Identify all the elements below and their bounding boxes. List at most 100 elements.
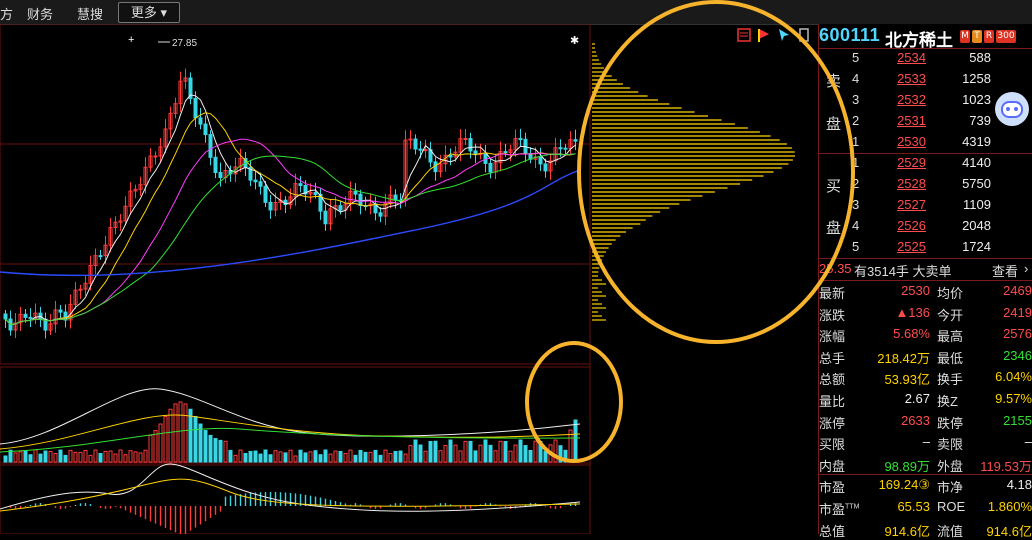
- candle-body: [418, 148, 423, 151]
- tag-t[interactable]: T: [972, 30, 982, 43]
- candle-body: [488, 162, 493, 173]
- volume-bar: [488, 444, 493, 463]
- volume-bars: [0, 388, 581, 463]
- buy-level-3[interactable]: 3 2527 1109: [819, 195, 1032, 216]
- stat-value: 2530: [901, 283, 930, 298]
- volume-bar: [118, 449, 123, 463]
- buy-level-2[interactable]: 2 2528 5750: [819, 174, 1032, 195]
- stat-label: 流值: [937, 523, 964, 539]
- sell-level-2[interactable]: 2 2531 739: [819, 111, 1032, 132]
- candle-body: [253, 179, 258, 183]
- high-price-label: 27.85: [172, 38, 197, 49]
- volume-bar: [53, 452, 58, 463]
- candle-body: [23, 313, 28, 318]
- candle-body: [298, 183, 303, 187]
- candle-body: [258, 181, 263, 187]
- buy-level-1[interactable]: 1 2529 4140: [819, 153, 1032, 174]
- candle-body: [208, 134, 213, 158]
- volume-bar: [93, 449, 98, 463]
- stat-label: 换手: [937, 372, 964, 388]
- volume-bar: [48, 450, 53, 463]
- ma-line-long: [0, 169, 581, 277]
- volume-bar: [228, 449, 233, 463]
- sell-level-5[interactable]: 5 2534 588: [819, 48, 1032, 69]
- stat-value: 1.860%: [987, 499, 1032, 514]
- more-label: 更多: [130, 5, 157, 20]
- stat-label: 均价: [937, 286, 964, 301]
- more-dropdown[interactable]: 更多 ▾: [118, 2, 180, 23]
- volume-bar: [218, 439, 223, 463]
- volume-bar: [513, 444, 518, 463]
- volume-bar: [348, 449, 353, 463]
- volume-bar: [323, 449, 328, 463]
- volume-bar: [238, 449, 243, 463]
- volume-bar: [563, 449, 568, 463]
- candle-body: [448, 154, 453, 158]
- volume-bar: [293, 455, 298, 463]
- volume-bar: [283, 452, 288, 463]
- stat-label: 市盈TTM: [819, 502, 860, 517]
- volume-bar: [553, 439, 558, 463]
- ma-line: [5, 153, 576, 326]
- candle-body: [338, 205, 343, 211]
- top-menu-bar: 方 财务 慧搜 更多 ▾: [0, 0, 1032, 25]
- stat-value: 2.67: [904, 391, 930, 406]
- volume-bar: [338, 450, 343, 463]
- volume-bar: [38, 453, 43, 463]
- volume-bar: [163, 415, 168, 463]
- buy-level-4[interactable]: 4 2526 2048: [819, 216, 1032, 237]
- stat-row: 总手 218.42万 最低 2346: [819, 346, 1032, 367]
- volume-bar: [83, 449, 88, 463]
- tag-300[interactable]: 300: [996, 30, 1016, 43]
- stat-label: 外盘: [937, 458, 964, 474]
- volume-bar: [428, 441, 433, 463]
- buy-level-5[interactable]: 5 2525 1724: [819, 237, 1032, 258]
- volume-bar: [148, 434, 153, 463]
- stat-value: 914.6亿: [986, 523, 1032, 539]
- volume-bar: [213, 438, 218, 463]
- volume-bar: [463, 440, 468, 463]
- volume-bar: [358, 449, 363, 463]
- volume-ma: [0, 388, 581, 445]
- volume-bar: [43, 450, 48, 463]
- chevron-right-icon: ›: [1024, 261, 1029, 276]
- tag-m[interactable]: M: [960, 30, 970, 43]
- stat-row: 涨停 2633 跌停 2155: [819, 411, 1032, 432]
- volume-bar: [503, 440, 508, 463]
- sell-level-4[interactable]: 4 2533 1258: [819, 69, 1032, 90]
- candle-body: [558, 147, 563, 150]
- flag-icon[interactable]: [757, 28, 771, 42]
- stat-label: 总手: [819, 350, 846, 366]
- stat-label: ROE: [937, 499, 966, 514]
- expand-icon[interactable]: [797, 28, 811, 42]
- volume-bar: [373, 449, 378, 463]
- menu-item-finance[interactable]: 财务: [27, 4, 53, 23]
- note-icon[interactable]: [737, 28, 751, 42]
- volume-bar: [108, 450, 113, 463]
- volume-bar: [328, 453, 333, 463]
- volume-bar: [478, 444, 483, 463]
- stat-row: 市盈 169.24③ 市净 4.18: [819, 475, 1032, 496]
- volume-bar: [403, 453, 408, 463]
- stat-value: 169.24③: [878, 477, 930, 493]
- stat-label: 卖限: [937, 437, 964, 453]
- volume-bar: [128, 450, 133, 463]
- pointer-icon[interactable]: [777, 28, 791, 42]
- volume-bar: [263, 449, 268, 463]
- volume-bar: [378, 454, 383, 463]
- candle-body: [538, 156, 543, 165]
- volume-bar: [123, 454, 128, 463]
- tag-r[interactable]: R: [984, 30, 994, 43]
- big-order-row[interactable]: 25.35 有3514手 大卖单 查看 ›: [819, 259, 1032, 280]
- menu-item-partial[interactable]: 方: [0, 4, 13, 23]
- volume-bar: [248, 450, 253, 463]
- candle-body: [153, 155, 158, 158]
- menu-item-smart-search[interactable]: 慧搜: [77, 4, 103, 23]
- sell-level-1[interactable]: 1 2530 4319: [819, 132, 1032, 153]
- sell-level-3[interactable]: 3 2532 1023: [819, 90, 1032, 111]
- stat-label: 换Z: [937, 394, 958, 409]
- kline-chart[interactable]: +27.85 ✱: [0, 24, 818, 534]
- volume-bar: [258, 453, 263, 463]
- candle-body: [483, 152, 488, 164]
- volume-bar: [438, 450, 443, 463]
